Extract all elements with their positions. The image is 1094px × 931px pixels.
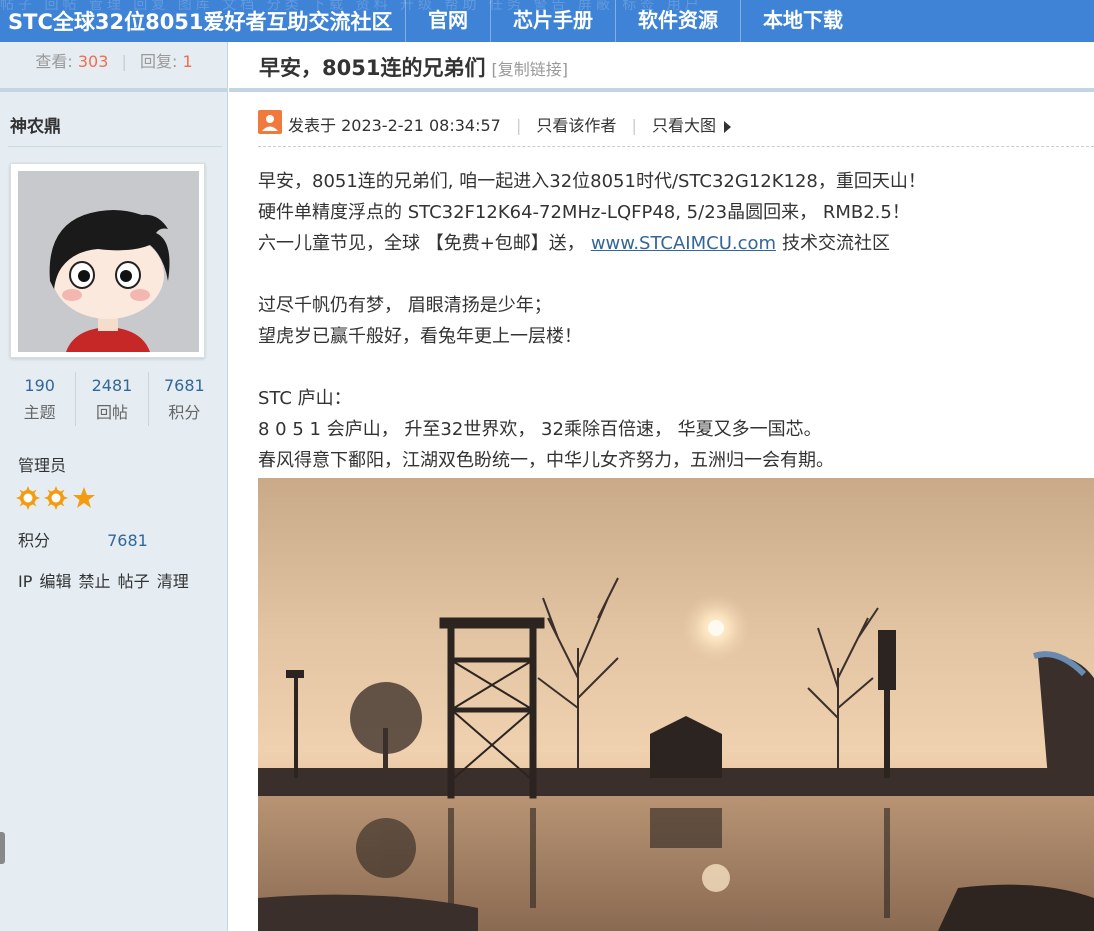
score-value: 7681 [107,531,148,550]
avatar[interactable] [10,163,205,358]
author-role[interactable]: 管理员 [18,452,66,476]
thread-stats: 查看: 303 | 回复: 1 [0,42,228,84]
sunset-lake-image [258,478,1094,931]
meta-divider: | [515,116,522,135]
views-label: 查看: [35,52,73,71]
nav-item-software[interactable]: 软件资源 [615,0,740,42]
nav-item-local-download[interactable]: 本地下载 [740,0,865,42]
nav-item-official-site[interactable]: 官网 [405,0,490,42]
thread-title-bar: 早安，8051连的兄弟们 [复制链接] [229,42,1094,90]
meta-dashed-divider [258,146,1094,147]
sun-rank-icon [16,486,40,510]
author-sidebar: 查看: 303 | 回复: 1 神农鼎 190 主题 2481 回帖 7681 … [0,42,228,931]
post-info-row: 发表于 2023-2-21 08:34:57 | 只看该作者 | 只看大图 [288,112,732,136]
stats-divider: | [121,52,127,71]
post-meta: 发表于 2023-2-21 08:34:57 | 只看该作者 | 只看大图 [258,108,1094,138]
top-nav-bar: 帖子 回帖 管理 回复 图库 文档 分类 下载 资料 升级 帮助 任务 警告 屏… [0,0,1094,42]
stat-topics-label: 主题 [23,403,56,422]
triangle-right-icon [724,120,732,133]
stat-credits[interactable]: 7681 积分 [147,372,220,426]
post-timestamp: 发表于 2023-2-21 08:34:57 [288,116,501,135]
only-big-image-link[interactable]: 只看大图 [652,116,716,135]
author-stats: 190 主题 2481 回帖 7681 积分 [4,372,220,426]
stat-credits-label: 积分 [168,403,201,422]
post-line-text: 六一儿童节见，全球 【免费+包邮】送， [258,233,585,254]
poem-line: 望虎岁已赢千般好，看兔年更上一层楼！ [258,326,582,347]
poem-line: 过尽千帆仍有梦， 眉眼清扬是少年； [258,295,552,316]
stat-posts-value: 2481 [91,376,133,395]
only-author-link[interactable]: 只看该作者 [536,116,616,135]
sun-rank-icon [44,486,68,510]
poem-line: 8 0 5 1 会庐山， 升至32世界欢， 32乘除百倍速， 华夏又多一国芯。 [258,419,822,440]
rank-stars [16,486,96,510]
sidebar-divider [0,88,228,92]
views-count: 303 [77,52,109,71]
stat-credits-value: 7681 [163,376,205,395]
post-content: 早安，8051连的兄弟们, 咱一起进入32位8051时代/STC32G12K12… [258,166,1094,476]
thread-title-text: 早安，8051连的兄弟们 [259,56,486,80]
post-line: 硬件单精度浮点的 STC32F12K64-72MHz-LQFP48, 5/23晶… [258,202,910,223]
original-poster-icon [258,110,282,134]
score-label: 积分 [18,531,51,550]
poem-heading: STC 庐山： [258,388,352,409]
post-line: 早安，8051连的兄弟们, 咱一起进入32位8051时代/STC32G12K12… [258,171,926,192]
stat-posts[interactable]: 2481 回帖 [75,372,147,426]
author-name[interactable]: 神农鼎 [10,112,61,137]
post-line-text: 技术交流社区 [782,233,891,254]
stat-topics-value: 190 [24,376,55,395]
sunset-photo[interactable] [258,478,1094,931]
copy-link-button[interactable]: [复制链接] [491,60,568,79]
admin-links[interactable]: IP 编辑 禁止 帖子 清理 [18,568,189,592]
scroll-handle[interactable] [0,832,5,864]
nav-item-chip-manual[interactable]: 芯片手册 [490,0,615,42]
stat-posts-label: 回帖 [95,403,128,422]
replies-count: 1 [182,52,193,71]
thread-title: 早安，8051连的兄弟们 [复制链接] [259,52,568,82]
website-link[interactable]: www.STCAIMCU.com [591,233,776,254]
avatar-cartoon-icon [18,171,199,352]
poem-line: 春风得意下鄱阳，江湖双色盼统一，中华儿女齐努力，五洲归一会有期。 [258,450,834,471]
score-row: 积分 7681 [18,527,148,551]
post-line-with-link: 六一儿童节见，全球 【免费+包邮】送， www.STCAIMCU.com 技术交流社… [258,228,1094,259]
title-divider [229,88,1094,92]
meta-divider: | [631,116,637,135]
replies-label: 回复: [139,52,178,71]
site-title[interactable]: STC全球32位8051爱好者互助交流社区 [8,6,393,36]
author-separator [8,146,222,147]
stat-topics[interactable]: 190 主题 [4,372,75,426]
nav-items: 官网 芯片手册 软件资源 本地下载 [405,0,865,42]
star-rank-icon [73,487,95,508]
